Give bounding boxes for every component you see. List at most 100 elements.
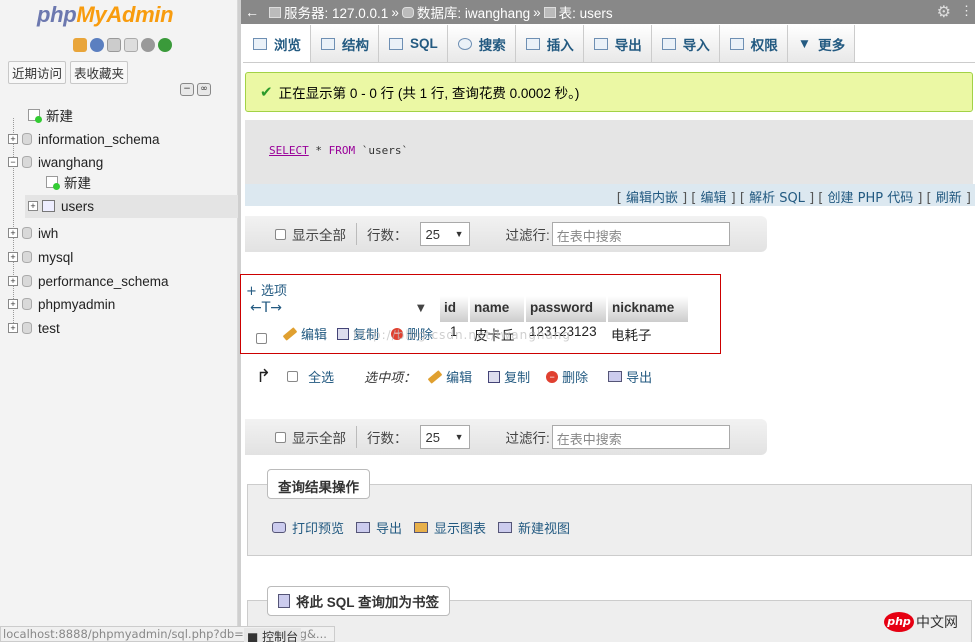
tab-search[interactable]: 搜索 xyxy=(447,25,516,62)
tree-item-phpmyadmin[interactable]: + phpmyadmin xyxy=(8,293,115,315)
export-link[interactable]: 导出 xyxy=(376,518,402,537)
row-checkbox[interactable] xyxy=(256,333,267,344)
navigation-panel: phpMyAdmin 近期访问 表收藏夹 − ∞ 新建 + information… xyxy=(0,0,238,642)
batch-actions-row: ↱ 全选 选中项： 编辑 复制 − 删除 导出 xyxy=(256,366,652,387)
edit-link[interactable]: 编辑 xyxy=(701,191,727,206)
selected-label: 选中项： xyxy=(364,370,417,385)
tree-item-information-schema[interactable]: + information_schema xyxy=(8,128,160,150)
breadcrumb: 服务器: 127.0.0.1 » 数据库: iwanghang » 表: use… xyxy=(269,2,613,22)
delete-icon: − xyxy=(546,370,559,383)
breadcrumb-table[interactable]: 表: users xyxy=(559,2,613,22)
favorites-button[interactable]: 表收藏夹 xyxy=(70,61,129,84)
check-all-checkbox[interactable] xyxy=(287,371,299,382)
batch-export-button[interactable]: 导出 xyxy=(608,367,652,386)
breadcrumb-server[interactable]: 服务器: 127.0.0.1 xyxy=(284,2,388,22)
sql-query-text: SELECT * FROM `users` xyxy=(269,144,409,157)
link-icon[interactable]: ∞ xyxy=(197,83,211,96)
tab-more[interactable]: ▼ 更多 xyxy=(787,25,856,62)
show-all-checkbox[interactable] xyxy=(275,228,286,240)
database-icon xyxy=(22,251,32,263)
console-button[interactable]: ■ 控制台 xyxy=(244,628,302,642)
column-header-id[interactable]: id xyxy=(440,296,468,322)
phpmyadmin-window: phpMyAdmin 近期访问 表收藏夹 − ∞ 新建 + information… xyxy=(0,0,975,642)
nav-icon-row xyxy=(73,38,172,52)
tab-insert[interactable]: 插入 xyxy=(515,25,584,62)
tree-item-new[interactable]: 新建 xyxy=(28,104,73,126)
display-chart-link[interactable]: 显示图表 xyxy=(434,518,486,537)
check-all-label[interactable]: 全选 xyxy=(308,367,334,386)
database-icon xyxy=(22,227,32,239)
sql-query-box: SELECT * FROM `users` xyxy=(245,120,973,184)
tab-bar: 浏览 结构 SQL 搜索 插入 导出 导入 权限 ▼ 更多 xyxy=(243,24,975,63)
expand-icon[interactable]: + xyxy=(8,252,18,262)
filter-label: 过滤行: xyxy=(505,228,550,243)
sql-icon xyxy=(389,37,403,50)
navigation-bar-top: 显示全部 行数： 25 ▼ 过滤行: 在表中搜索 xyxy=(245,216,767,252)
gear-icon[interactable] xyxy=(141,38,155,52)
refresh-link[interactable]: 刷新 xyxy=(936,191,962,206)
column-arrows-icon[interactable]: ←T→ xyxy=(250,300,282,316)
collapse-icon[interactable]: − xyxy=(8,157,18,167)
create-php-code-link[interactable]: 创建 PHP 代码 xyxy=(827,191,913,206)
tree-item-test[interactable]: + test xyxy=(8,317,60,339)
database-icon xyxy=(22,275,32,287)
column-header-name[interactable]: name xyxy=(470,296,524,322)
batch-edit-button[interactable]: 编辑 xyxy=(427,367,472,386)
settings-gear-icon[interactable]: ⚙ xyxy=(937,2,951,22)
watermark-text: http://blog.csdn.net/iwanghang xyxy=(353,328,572,342)
row-edit-button[interactable]: 编辑 xyxy=(282,324,327,343)
rows-select[interactable]: 25 ▼ xyxy=(419,222,470,246)
expand-icon[interactable]: + xyxy=(8,323,18,333)
tab-export[interactable]: 导出 xyxy=(583,25,652,62)
export-icon xyxy=(593,37,608,50)
show-all-checkbox[interactable] xyxy=(275,431,286,443)
edit-inline-link[interactable]: 编辑内嵌 xyxy=(626,191,678,206)
cell-nickname: 电耗子 xyxy=(611,328,652,343)
reload-icon[interactable] xyxy=(158,38,172,52)
sql-docs-icon[interactable] xyxy=(124,38,138,52)
recent-button[interactable]: 近期访问 xyxy=(8,61,67,84)
expand-icon[interactable]: + xyxy=(8,134,18,144)
tab-browse[interactable]: 浏览 xyxy=(243,25,311,62)
help-icon[interactable] xyxy=(90,38,104,52)
expand-icon[interactable]: + xyxy=(28,201,38,211)
tree-item-mysql[interactable]: + mysql xyxy=(8,246,73,268)
create-view-link[interactable]: 新建视图 xyxy=(518,518,570,537)
tree-item-iwh[interactable]: + iwh xyxy=(8,222,58,244)
batch-copy-button[interactable]: 复制 xyxy=(488,367,530,386)
print-preview-link[interactable]: 打印预览 xyxy=(292,518,344,537)
rows-select[interactable]: 25 ▼ xyxy=(419,425,470,449)
explain-sql-link[interactable]: 解析 SQL xyxy=(749,191,805,206)
back-arrow-icon[interactable]: ← xyxy=(241,4,263,20)
expand-icon[interactable]: + xyxy=(8,299,18,309)
database-icon xyxy=(401,6,414,18)
home-icon[interactable] xyxy=(73,38,87,52)
options-link[interactable]: + 选项 xyxy=(246,280,287,299)
phpmyadmin-logo[interactable]: phpMyAdmin xyxy=(37,2,174,28)
success-message: ✔ 正在显示第 0 - 0 行 (共 1 行, 查询花费 0.0002 秒。) xyxy=(245,72,973,112)
tab-sql[interactable]: SQL xyxy=(379,25,448,62)
menu-dots-icon[interactable]: ⋮ xyxy=(960,3,973,19)
tab-import[interactable]: 导入 xyxy=(651,25,720,62)
collapse-all-icon[interactable]: − xyxy=(180,83,194,96)
check-icon: ✔ xyxy=(260,84,273,101)
expand-icon[interactable]: + xyxy=(8,276,18,286)
sort-dropdown-icon[interactable]: ▼ xyxy=(417,303,425,314)
column-header-password[interactable]: password xyxy=(526,296,606,322)
tree-item-new-table[interactable]: 新建 xyxy=(46,171,91,193)
show-all-label: 显示全部 xyxy=(292,228,346,243)
tree-item-iwanghang[interactable]: − iwanghang xyxy=(8,151,103,173)
column-header-nickname[interactable]: nickname xyxy=(608,296,688,322)
tab-privileges[interactable]: 权限 xyxy=(719,25,788,62)
breadcrumb-database[interactable]: 数据库: iwanghang xyxy=(417,2,530,22)
tree-item-users[interactable]: + users xyxy=(28,195,94,217)
docs-icon[interactable] xyxy=(107,38,121,52)
filter-input[interactable]: 在表中搜索 xyxy=(551,222,730,246)
expand-icon[interactable]: + xyxy=(8,228,18,238)
table-icon xyxy=(543,6,556,18)
filter-input[interactable]: 在表中搜索 xyxy=(551,425,730,449)
batch-delete-button[interactable]: − 删除 xyxy=(546,367,588,386)
structure-icon xyxy=(321,37,335,50)
tab-structure[interactable]: 结构 xyxy=(311,25,379,62)
tree-item-performance-schema[interactable]: + performance_schema xyxy=(8,270,169,292)
